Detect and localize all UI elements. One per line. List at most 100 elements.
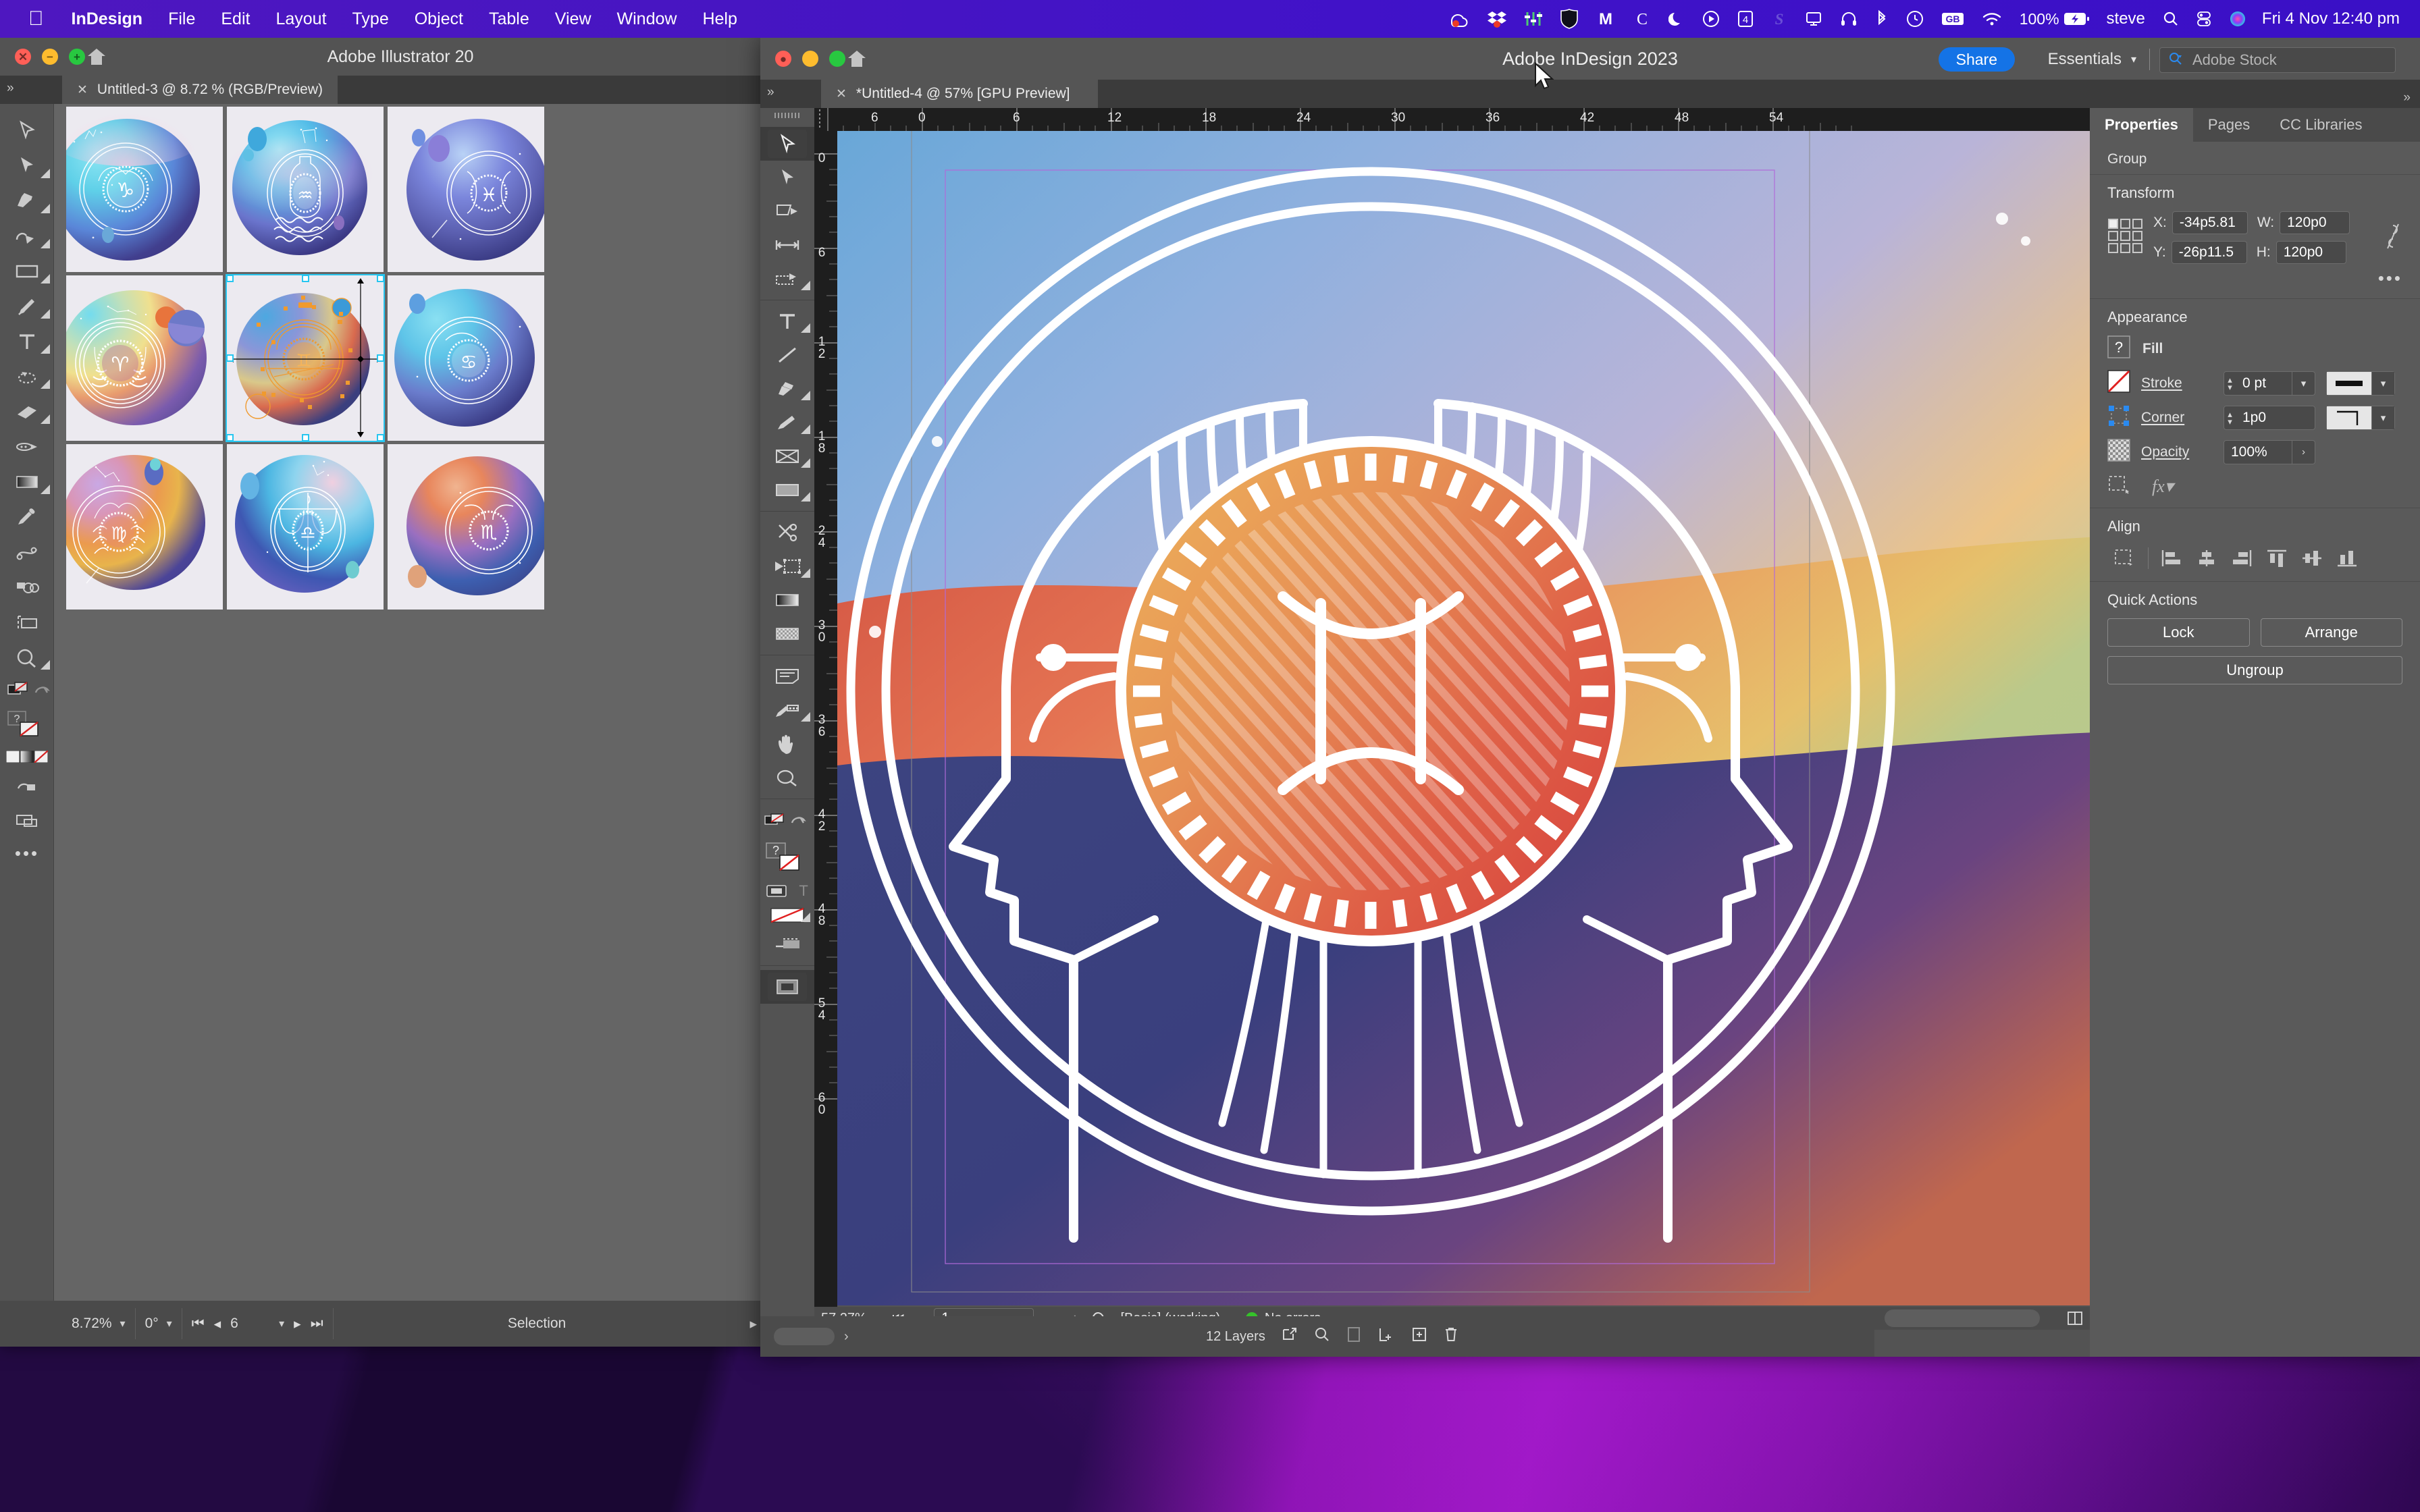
drawing-mode-icon[interactable] [0,768,54,803]
first-artboard-icon[interactable]: ⏮ [192,1316,205,1332]
zoom-tool-icon[interactable] [0,640,54,675]
share-button[interactable]: Share [1938,47,2015,72]
search-layers-icon[interactable] [1314,1326,1330,1347]
formatting-affects-text-icon[interactable]: T [799,882,808,900]
search-icon[interactable] [2154,0,2188,38]
display-icon[interactable] [1796,0,1831,38]
page-icon[interactable] [1346,1326,1361,1347]
artboard-virgo[interactable]: ♍ [66,444,223,610]
artboard-capricorn[interactable]: ♑ [66,107,223,272]
fill-stroke-icon[interactable]: ? [0,705,54,745]
normal-view-mode-icon[interactable] [760,927,814,961]
illustrator-artboard-nav[interactable]: ⏮ ◂ 6 ▾ ▸ ⏭ [182,1308,334,1339]
width-tool-icon[interactable] [0,429,54,464]
chevron-right-icon[interactable]: › [844,1329,849,1345]
battery-charging-icon[interactable] [2062,0,2098,38]
stroke-color-swatch[interactable]: ▾ [2326,371,2395,396]
tab-cc-libraries[interactable]: CC Libraries [2265,108,2377,142]
constrain-proportions-broken-icon[interactable] [2382,221,2402,254]
artboard-gemini[interactable]: ♊ [226,274,385,442]
direct-selection-tool-icon[interactable] [0,148,54,184]
opacity-field[interactable]: 100% › [2224,439,2315,464]
page-tool-icon[interactable] [760,194,814,228]
rectangle-tool-icon[interactable] [760,473,814,507]
change-screen-mode-icon[interactable] [0,803,54,838]
adobe-stock-search-input[interactable]: Adobe Stock [2159,47,2396,73]
align-top-edges-icon[interactable] [2259,545,2294,572]
lock-button[interactable]: Lock [2107,618,2250,647]
artboard-scorpio[interactable]: ♏ [388,444,544,610]
align-bottom-edges-icon[interactable] [2330,545,2365,572]
more-options-icon[interactable]: ••• [2378,268,2402,288]
next-artboard-icon[interactable]: ▸ [294,1316,301,1332]
artboard-aquarius[interactable]: ♒ [227,107,384,272]
align-left-edges-icon[interactable] [2154,545,2189,572]
moon-do-not-disturb-icon[interactable] [1660,0,1693,38]
pen-tool-icon[interactable] [760,372,814,406]
zoom-tool-icon[interactable] [760,761,814,794]
gradient-tool-icon[interactable] [0,464,54,500]
bitwarden-icon[interactable] [1552,0,1587,38]
w-field[interactable]: 120p0 [2280,211,2350,234]
formatting-affects-container-icon[interactable]: T [760,879,814,903]
keyboard-input-icon[interactable]: GB [1932,0,1973,38]
shape-builder-tool-icon[interactable] [0,570,54,605]
headphones-icon[interactable] [1831,0,1866,38]
direct-selection-tool-icon[interactable] [760,161,814,194]
x-field[interactable]: -34p5.81 [2172,211,2248,234]
spread-view-icon[interactable] [2060,1310,2090,1326]
chevron-down-icon[interactable]: ▾ [2292,371,2315,395]
screen-mode-icon[interactable] [760,803,814,837]
free-transform-tool-icon[interactable] [760,549,814,583]
indesign-canvas[interactable] [837,131,2090,1307]
y-field[interactable]: -26p11.5 [2171,241,2247,264]
h-field[interactable]: 120p0 [2276,241,2346,264]
menu-view[interactable]: View [542,0,604,38]
preview-mode-icon[interactable] [760,970,814,1004]
eyedropper-tool-icon[interactable] [0,500,54,535]
prev-artboard-icon[interactable]: ◂ [214,1316,221,1332]
chevron-down-icon[interactable]: ▾ [2371,406,2394,429]
scissors-tool-icon[interactable] [760,516,814,549]
content-collector-tool-icon[interactable] [760,262,814,296]
rotate-tool-icon[interactable] [0,359,54,394]
chevron-down-icon[interactable]: ▾ [120,1317,126,1330]
fx-icon[interactable]: fx▾ [2152,477,2174,497]
artboard-libra[interactable]: ♎ [227,444,384,610]
menu-help[interactable]: Help [689,0,749,38]
artboard-aries[interactable]: ♈ [66,275,223,441]
corner-size-field[interactable]: ▴ ▾ 1p0 [2224,405,2315,430]
gradient-feather-tool-icon[interactable] [760,617,814,651]
gap-tool-icon[interactable] [760,228,814,262]
artboard-tool-icon[interactable] [0,605,54,640]
dropbox-icon[interactable] [1479,0,1515,38]
artboard-number[interactable]: 6 [230,1316,261,1332]
menu-window[interactable]: Window [604,0,690,38]
illustrator-document-tab[interactable]: ✕ Untitled-3 @ 8.72 % (RGB/Preview) [62,76,338,104]
eyedropper-tool-icon[interactable] [760,693,814,727]
menu-object[interactable]: Object [402,0,476,38]
align-vertical-centers-icon[interactable] [2294,545,2330,572]
align-horizontal-centers-icon[interactable] [2189,545,2224,572]
type-tool-icon[interactable] [0,324,54,359]
align-right-edges-icon[interactable] [2224,545,2259,572]
menu-bar-user[interactable]: steve [2098,0,2154,38]
curvature-tool-icon[interactable] [0,219,54,254]
chatgpt-icon[interactable]: C [1625,0,1660,38]
menu-table[interactable]: Table [476,0,542,38]
screen-mode-icon[interactable] [0,675,54,705]
arrange-button[interactable]: Arrange [2260,618,2402,647]
stepper-icon[interactable]: ▴ ▾ [2224,372,2236,395]
gemini-artwork[interactable] [837,131,2090,1305]
apply-none-icon[interactable] [760,903,814,927]
blend-tool-icon[interactable] [0,535,54,570]
corner-label[interactable]: Corner [2141,410,2213,426]
menu-indesign[interactable]: InDesign [59,0,156,38]
collapse-panel-icon[interactable]: » [767,85,774,100]
audio-mixer-icon[interactable] [1515,0,1552,38]
open-new-window-icon[interactable] [1282,1326,1298,1347]
corner-options-icon[interactable] [2107,404,2130,431]
chevron-right-icon[interactable]: › [2292,440,2315,464]
mullvad-vpn-icon[interactable]: M [1587,0,1625,38]
control-center-icon[interactable] [2188,0,2220,38]
